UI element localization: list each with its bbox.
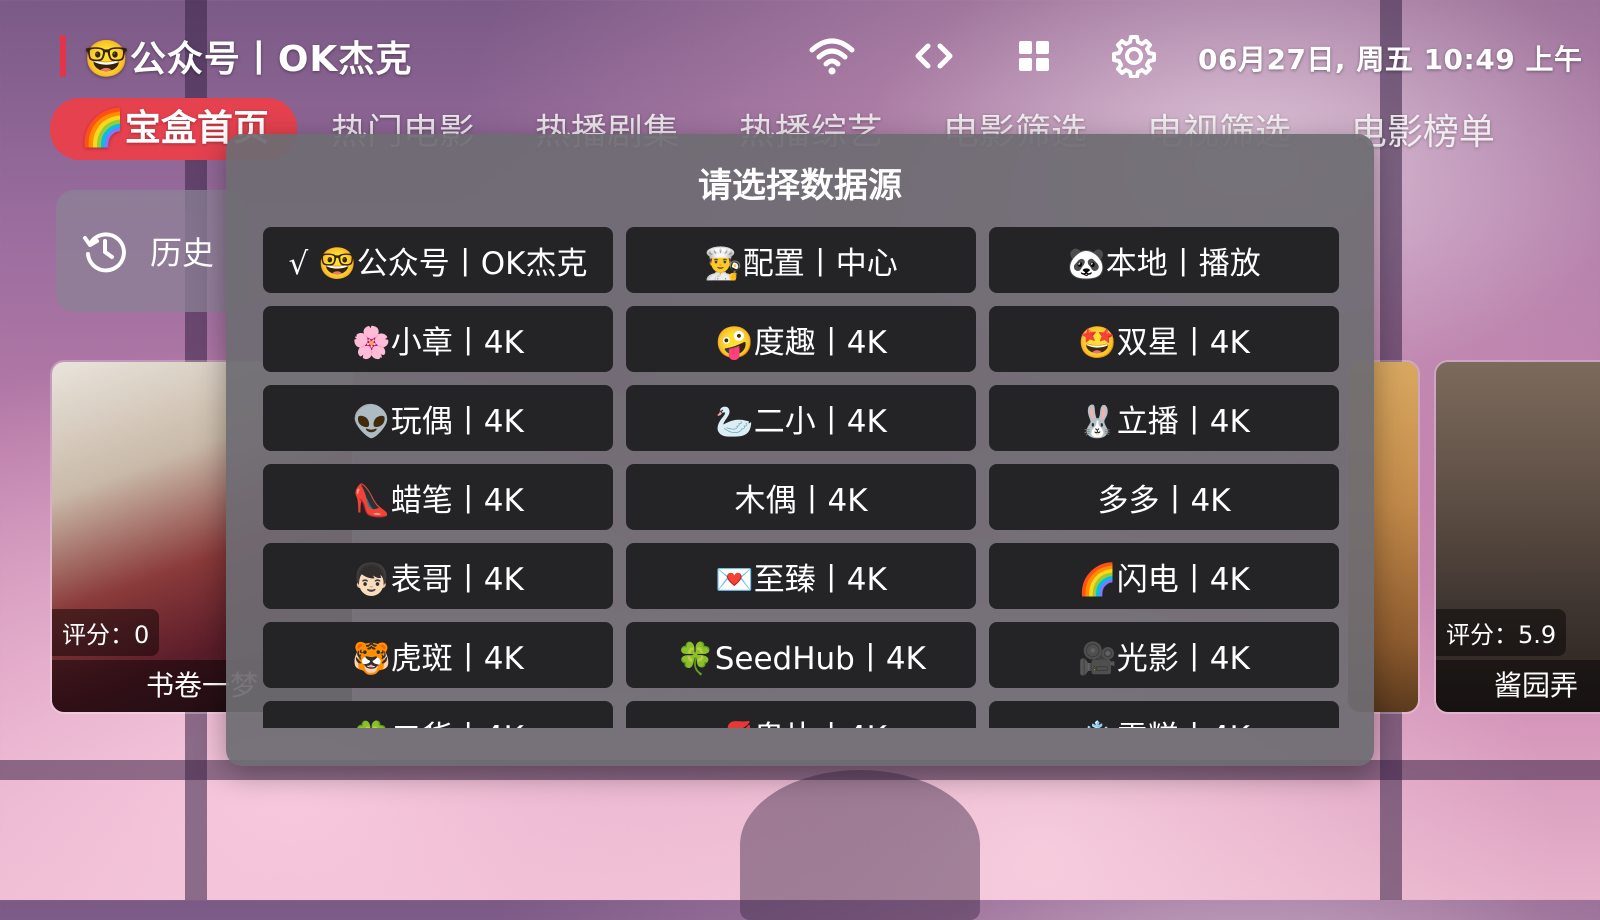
poster-rating: 评分：0 — [52, 609, 160, 656]
source-grid: √ 🤓公众号丨OK杰克 👨‍🍳配置丨中心 🐼本地丨播放 🌸小章丨4K 🤪度趣丨4K 🤩双星… — [263, 227, 1339, 728]
top-bar: 🤓公众号丨OK杰克 06月27日, 周五 10:49 上午 — [0, 0, 1600, 110]
source-item[interactable]: 🎥光影丨4K — [989, 622, 1339, 688]
source-item[interactable]: 多多丨4K — [989, 464, 1339, 530]
source-item[interactable]: 木偶丨4K — [626, 464, 976, 530]
code-brackets-icon[interactable] — [910, 34, 958, 78]
source-item[interactable]: 🐯虎斑丨4K — [263, 622, 613, 688]
source-item[interactable]: 🦢二小丨4K — [626, 385, 976, 451]
brand: 🤓公众号丨OK杰克 — [60, 34, 412, 80]
poster-title: 酱园弄 — [1436, 660, 1600, 712]
grid-apps-icon[interactable] — [1010, 34, 1058, 78]
source-item[interactable]: ❄️雪糕丨4K — [989, 701, 1339, 728]
source-item[interactable]: 🤩双星丨4K — [989, 306, 1339, 372]
source-item[interactable]: 🤪度趣丨4K — [626, 306, 976, 372]
source-item[interactable]: 👠蜡笔丨4K — [263, 464, 613, 530]
poster-card[interactable]: 评分：5.9 酱园弄 — [1434, 360, 1600, 714]
background-chair — [740, 770, 980, 920]
source-item[interactable]: 🍀二货丨4K — [263, 701, 613, 728]
source-item[interactable]: 🍀SeedHub丨4K — [626, 622, 976, 688]
source-select-dialog: 请选择数据源 √ 🤓公众号丨OK杰克 👨‍🍳配置丨中心 🐼本地丨播放 🌸小章丨4K 🤪度… — [226, 134, 1374, 766]
poster-rating: 评分：5.9 — [1436, 609, 1567, 656]
brand-title: 🤓公众号丨OK杰克 — [84, 39, 413, 80]
source-item[interactable]: 🌈闪电丨4K — [989, 543, 1339, 609]
source-item[interactable]: 👨‍🍳配置丨中心 — [626, 227, 976, 293]
history-clock-icon — [83, 232, 126, 273]
history-button[interactable]: 历史 — [56, 190, 246, 312]
source-item[interactable]: 💋鬼片丨4K — [626, 701, 976, 728]
source-item[interactable]: 👽玩偶丨4K — [263, 385, 613, 451]
gear-icon[interactable] — [1110, 34, 1158, 78]
source-list-viewport[interactable]: √ 🤓公众号丨OK杰克 👨‍🍳配置丨中心 🐼本地丨播放 🌸小章丨4K 🤪度趣丨4K 🤩双星… — [226, 134, 1374, 728]
wifi-icon[interactable] — [808, 34, 856, 78]
source-item[interactable]: 🐰立播丨4K — [989, 385, 1339, 451]
history-label: 历史 — [150, 234, 215, 272]
source-item-selected[interactable]: √ 🤓公众号丨OK杰克 — [263, 227, 613, 293]
source-item[interactable]: 🌸小章丨4K — [263, 306, 613, 372]
source-item[interactable]: 💌至臻丨4K — [626, 543, 976, 609]
source-item[interactable]: 🐼本地丨播放 — [989, 227, 1339, 293]
brand-accent-bar — [60, 35, 66, 77]
source-item[interactable]: 👦🏻表哥丨4K — [263, 543, 613, 609]
datetime: 06月27日, 周五 10:49 上午 — [1198, 43, 1583, 76]
